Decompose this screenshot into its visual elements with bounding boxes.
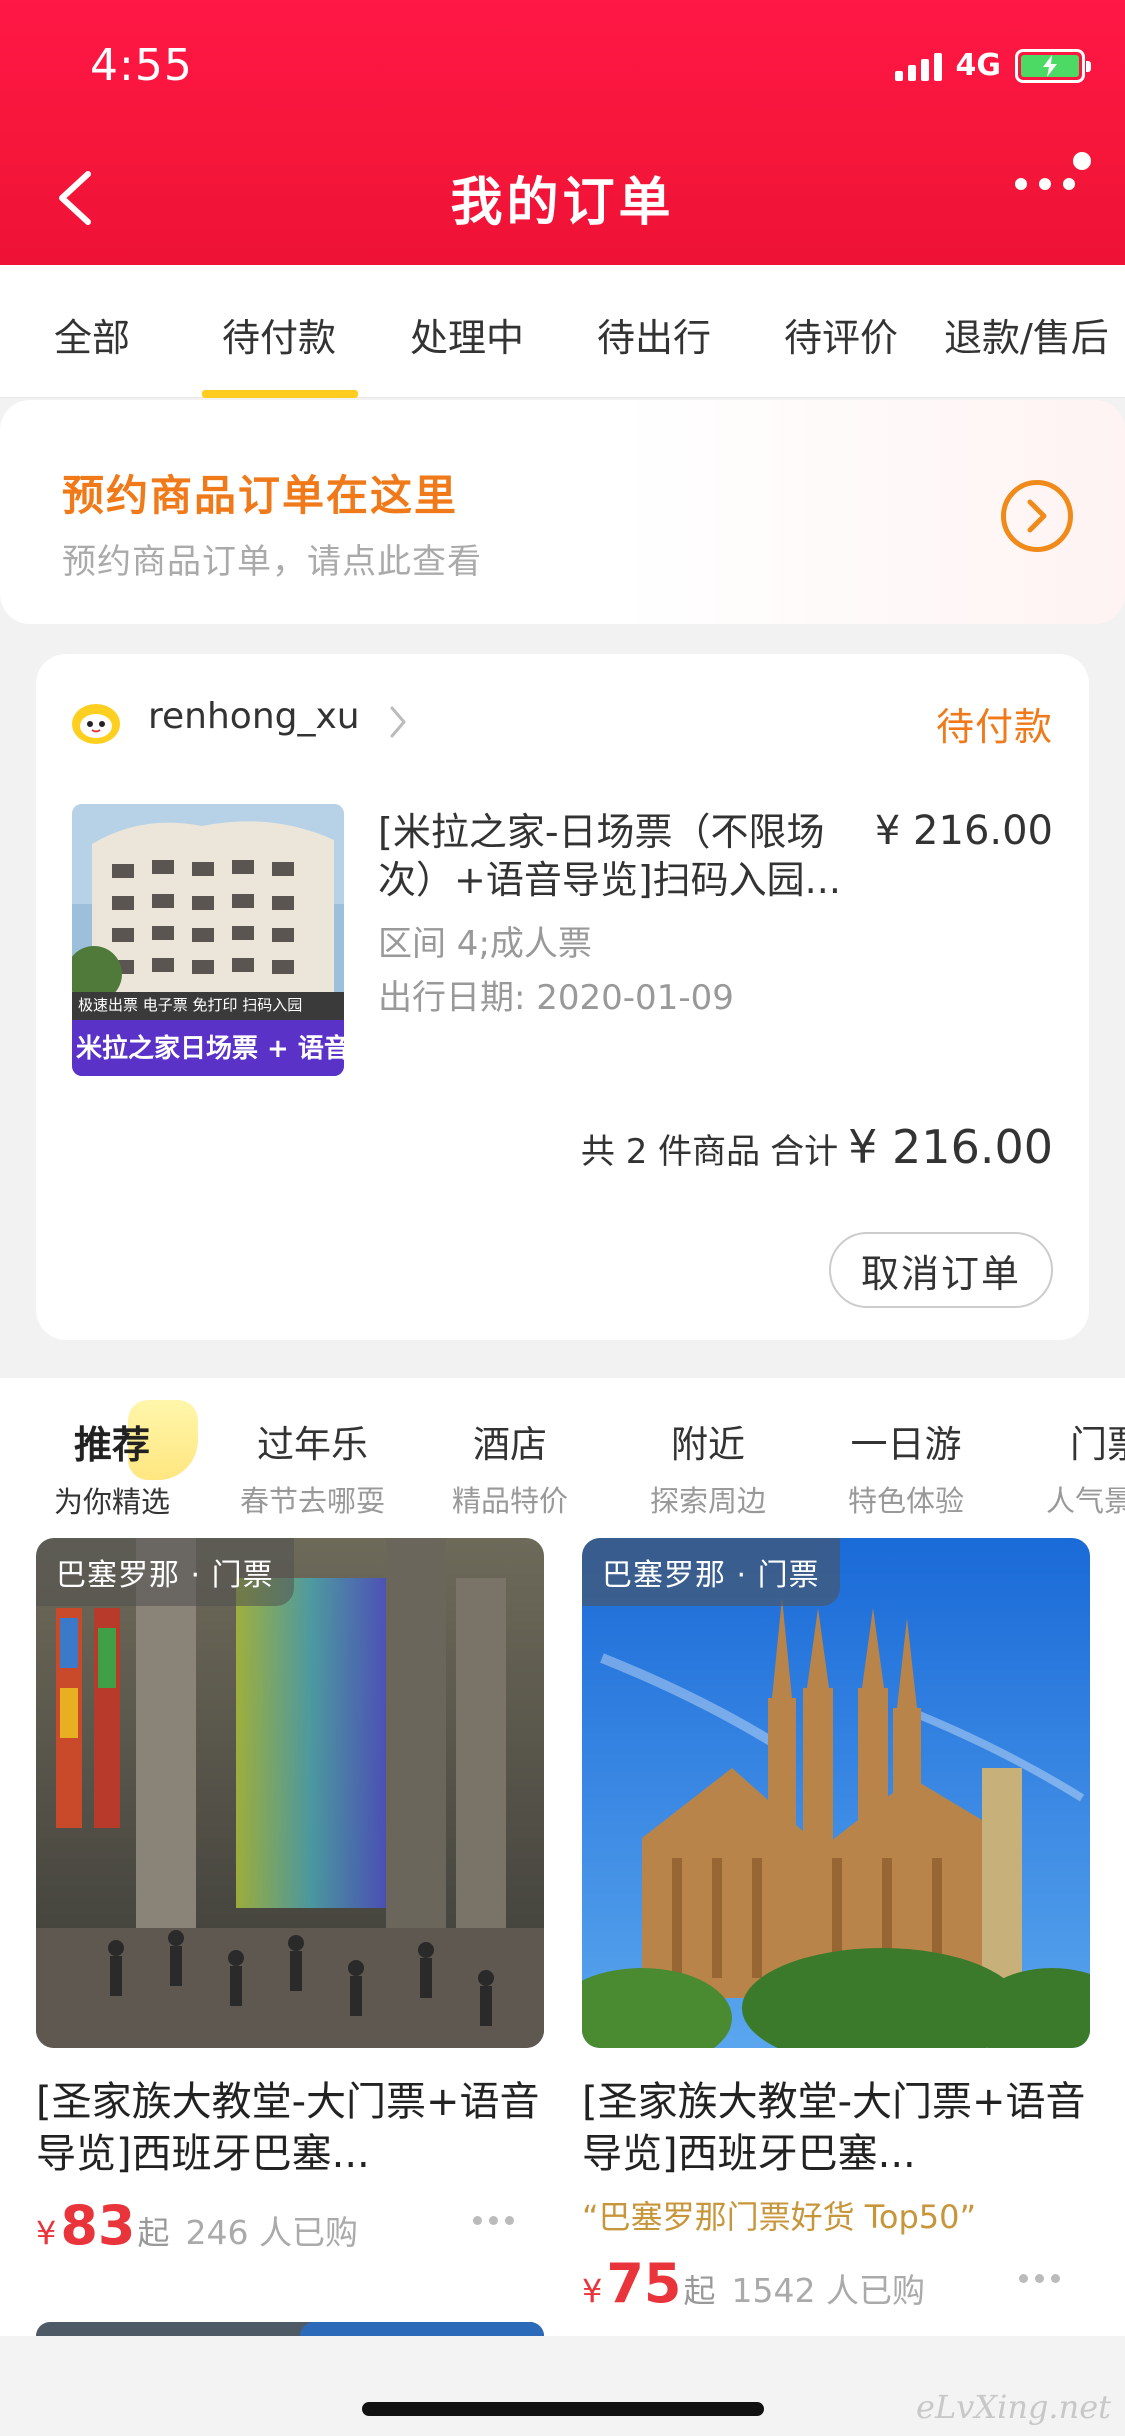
- product-title[interactable]: [圣家族大教堂-大门票+语音导览]西班牙巴塞...: [582, 2076, 1090, 2180]
- order-card[interactable]: renhong_xu 待付款 极速出票 电子票 免打印 扫码入园 米拉之家日场票…: [36, 654, 1089, 1340]
- order-summary: 共 2 件商品 合计 ¥ 216.00: [581, 1120, 1053, 1174]
- sold-count: 246 人已购: [185, 2213, 359, 2252]
- banner-subtitle: 预约商品订单，请点此查看: [62, 542, 482, 582]
- order-status-label: 待付款: [935, 705, 1053, 749]
- battery-icon: [1015, 48, 1091, 83]
- order-status-tabs: 全部 待付款 处理中 待出行 待评价 退款/售后: [0, 265, 1125, 398]
- sold-count: 1542 人已购: [731, 2271, 926, 2310]
- product-card[interactable]: 巴塞罗那 · 门票 [圣家族大教堂-大门票+语音导览]西班牙巴塞... “巴塞罗…: [582, 1538, 1090, 2315]
- tab-refund[interactable]: 退款/售后: [944, 307, 1109, 362]
- price-row: ¥ 83 起 246 人已购: [36, 2194, 544, 2257]
- travel-date: 出行日期: 2020-01-09: [378, 978, 734, 1018]
- rec-tab-subtitle: 特色体验: [848, 1484, 965, 1518]
- status-time: 4:55: [90, 40, 193, 91]
- rec-tab-title: 一日游: [850, 1423, 962, 1466]
- product-card[interactable]: 巴塞罗那 · 门票 [圣家族大教堂-大门票+语音导览]西班牙巴塞... ¥ 83…: [36, 1538, 544, 2257]
- tab-processing[interactable]: 处理中: [410, 307, 524, 362]
- product-price: 83: [60, 2194, 136, 2257]
- fliggy-logo-icon: [70, 700, 122, 746]
- thumb-text-bottom: 米拉之家日场票 + 语音导览: [76, 1033, 344, 1064]
- product-price: ¥ 216.00: [874, 808, 1053, 854]
- rec-tab-subtitle: 探索周边: [650, 1484, 767, 1518]
- product-image[interactable]: 巴塞罗那 · 门票: [36, 1538, 544, 2048]
- rec-tab-recommend[interactable]: 推荐 为你精选: [54, 1414, 170, 1521]
- chevron-right-circle-icon[interactable]: [1001, 480, 1073, 552]
- product-title[interactable]: [米拉之家-日场票（不限场次）+语音导览]扫码入园...: [378, 808, 858, 904]
- shop-name[interactable]: renhong_xu: [148, 696, 360, 737]
- thumb-text-top: 极速出票 电子票 免打印 扫码入园: [78, 996, 302, 1014]
- currency-symbol: ¥: [582, 2272, 603, 2310]
- cancel-order-button[interactable]: 取消订单: [829, 1232, 1053, 1308]
- more-icon[interactable]: [1019, 2274, 1060, 2283]
- rec-tab-subtitle: 为你精选: [54, 1485, 171, 1519]
- page-title: 我的订单: [450, 173, 675, 233]
- status-indicators: 4G: [894, 48, 1091, 83]
- total-label: 合计: [770, 1132, 839, 1172]
- tab-pending-review[interactable]: 待评价: [784, 307, 898, 362]
- total-amount: ¥ 216.00: [848, 1120, 1053, 1174]
- more-icon[interactable]: [473, 2216, 514, 2225]
- rec-tab-new-year[interactable]: 过年乐 春节去哪耍: [240, 1414, 385, 1520]
- product-title[interactable]: [圣家族大教堂-大门票+语音导览]西班牙巴塞...: [36, 2076, 544, 2180]
- network-type: 4G: [955, 48, 1002, 83]
- product-price: 75: [606, 2252, 682, 2315]
- rec-tab-day-trip[interactable]: 一日游 特色体验: [848, 1414, 964, 1520]
- banner-title: 预约商品订单在这里: [62, 471, 459, 520]
- rec-tab-hotel[interactable]: 酒店 精品特价: [452, 1414, 568, 1520]
- tab-all[interactable]: 全部: [54, 307, 130, 362]
- recommend-section: 推荐 为你精选 过年乐 春节去哪耍 酒店 精品特价 附近 探索周边 一日游 特色…: [0, 1378, 1125, 2436]
- home-indicator[interactable]: [362, 2402, 764, 2416]
- price-row: ¥ 75 起 1542 人已购: [582, 2252, 1090, 2315]
- location-tag: 巴塞罗那 · 门票: [36, 1538, 294, 1606]
- rec-tab-nearby[interactable]: 附近 探索周边: [650, 1414, 766, 1520]
- chevron-right-icon: [388, 704, 408, 740]
- rec-tab-subtitle: 人气景: [1046, 1484, 1125, 1518]
- home-indicator-area: eLvXing.net: [0, 2336, 1125, 2436]
- rec-tab-title: 附近: [671, 1423, 745, 1466]
- currency-symbol: ¥: [36, 2214, 57, 2252]
- rec-tab-tickets[interactable]: 门票 人气景: [1046, 1414, 1125, 1520]
- rec-tab-subtitle: 春节去哪耍: [240, 1484, 386, 1518]
- active-tab-indicator: [202, 390, 358, 398]
- rec-tab-title: 推荐: [74, 1423, 151, 1467]
- app-header: 4:55 4G 我的订单: [0, 0, 1125, 265]
- rec-tab-title: 酒店: [473, 1423, 547, 1466]
- rec-tab-subtitle: 精品特价: [452, 1484, 569, 1518]
- price-suffix: 起: [683, 2272, 716, 2310]
- tab-pending-payment[interactable]: 待付款: [222, 307, 336, 362]
- product-spec: 区间 4;成人票: [378, 924, 592, 964]
- next-product-image-peek: [300, 2322, 544, 2336]
- rec-tab-title: 门票: [1070, 1423, 1125, 1466]
- item-count: 共 2 件商品: [580, 1132, 761, 1172]
- signal-icon: [894, 51, 942, 81]
- more-options-button[interactable]: [1015, 178, 1075, 190]
- product-highlight: “巴塞罗那门票好货 Top50”: [582, 2198, 977, 2236]
- watermark: eLvXing.net: [916, 2388, 1111, 2426]
- rec-tab-title: 过年乐: [257, 1423, 368, 1466]
- product-image[interactable]: 巴塞罗那 · 门票: [582, 1538, 1090, 2048]
- location-tag: 巴塞罗那 · 门票: [582, 1538, 840, 1606]
- product-thumbnail[interactable]: 极速出票 电子票 免打印 扫码入园 米拉之家日场票 + 语音导览: [72, 804, 344, 1076]
- booking-orders-banner[interactable]: 预约商品订单在这里 预约商品订单，请点此查看: [0, 400, 1125, 624]
- price-suffix: 起: [137, 2214, 170, 2252]
- tab-pending-travel[interactable]: 待出行: [597, 307, 711, 362]
- notification-dot: [1073, 152, 1091, 170]
